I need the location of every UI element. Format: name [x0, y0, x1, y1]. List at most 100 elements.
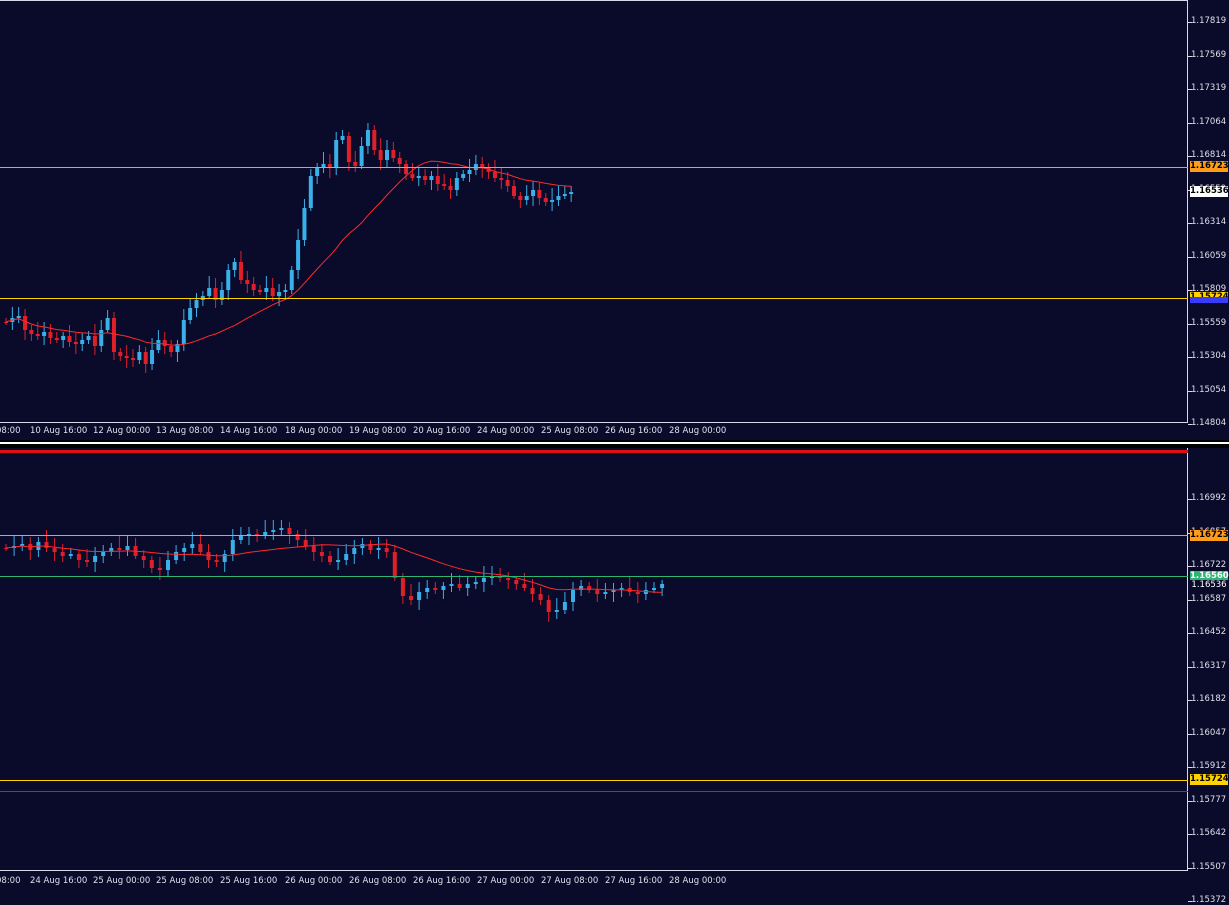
candle-body — [131, 358, 135, 360]
time-label: 18 Aug 00:00 — [285, 426, 343, 436]
price-tag-blue-marker — [1190, 297, 1228, 303]
horizontal-line-green[interactable] — [0, 576, 1188, 577]
horizontal-line-orange[interactable] — [0, 167, 1188, 168]
price-label: 1.17064 — [1191, 116, 1227, 127]
candle-body — [372, 130, 377, 150]
candle-body — [156, 340, 161, 350]
candle-body — [546, 600, 551, 612]
candle-body — [289, 270, 294, 290]
candle-body — [23, 316, 28, 330]
candle-body — [232, 262, 237, 270]
candle-body — [101, 552, 106, 556]
candle-body — [416, 176, 421, 178]
time-label: 26 Aug 08:00 — [349, 876, 407, 886]
candle-body — [73, 342, 78, 344]
price-tag-current: 1.16536 — [1190, 186, 1229, 197]
candle-body — [311, 546, 316, 552]
time-label: 19 Aug 08:00 — [349, 426, 407, 436]
price-label: 1.16814 — [1191, 150, 1227, 160]
time-label: 24 Aug 00:00 — [477, 426, 535, 436]
candle-body — [457, 584, 462, 588]
candle-body — [105, 318, 110, 330]
candle-body — [543, 198, 548, 202]
candle-body — [409, 596, 413, 600]
price-tag-orange: 1.16723 — [1190, 161, 1229, 172]
price-label: 1.16587 — [1191, 593, 1227, 604]
candle-body — [417, 592, 422, 600]
candle-body — [336, 560, 341, 562]
moving-average-line — [5, 543, 663, 593]
price-label: 1.16722 — [1191, 560, 1227, 570]
pane-separator[interactable] — [0, 440, 1229, 448]
time-label: 08:00 — [0, 876, 21, 886]
time-label: 27 Aug 16:00 — [605, 876, 663, 886]
candle-body — [42, 332, 47, 336]
candle-body — [54, 338, 59, 340]
candle-body — [538, 594, 543, 600]
candle-body — [169, 346, 174, 352]
horizontal-line-orange[interactable] — [0, 535, 1188, 536]
candle-body — [124, 356, 129, 358]
chart-pane-top[interactable]: 1.17819 1.17569 1.17319 1.17064 1.16814 1.165… — [0, 0, 1229, 440]
candle-body — [537, 190, 542, 198]
horizontal-line-red[interactable] — [0, 450, 1188, 453]
candle-body — [392, 552, 397, 578]
time-label: 12 Aug 00:00 — [93, 426, 151, 436]
candle-body — [492, 172, 497, 178]
candlestick-chart-bottom[interactable] — [0, 448, 1187, 870]
candle-body — [518, 196, 523, 200]
horizontal-line-yellow[interactable] — [0, 298, 1188, 299]
chart-pane-bottom[interactable]: 1.169921.168571.167221.165871.164521.163… — [0, 448, 1229, 905]
candle-body — [92, 336, 97, 346]
candle-body — [522, 584, 527, 588]
candle-body — [635, 592, 640, 594]
time-label: 10 Aug 16:00 — [30, 426, 88, 436]
candle-body — [569, 192, 574, 194]
time-label: 24 Aug 16:00 — [30, 876, 88, 886]
candle-body — [512, 186, 516, 196]
candle-body — [302, 208, 307, 240]
candlestick-chart-top[interactable] — [0, 0, 1187, 421]
candle-body — [258, 290, 262, 292]
candle-body — [287, 528, 292, 534]
candle-body — [554, 610, 559, 612]
candle-body — [410, 174, 415, 178]
time-label: 25 Aug 00:00 — [93, 876, 151, 886]
candle-body — [166, 560, 170, 570]
price-label: 1.16992 — [1191, 493, 1227, 503]
candle-body — [514, 580, 519, 584]
horizontal-line-blue[interactable] — [0, 791, 1188, 792]
candle-body — [61, 336, 66, 340]
candle-body — [68, 554, 73, 556]
candle-body — [279, 528, 284, 530]
price-label: 1.15912 — [1191, 761, 1227, 771]
candle-body — [433, 588, 438, 590]
candle-body — [319, 552, 324, 556]
candle-body — [473, 582, 478, 584]
candle-body — [16, 316, 21, 318]
candle-body — [328, 556, 332, 562]
price-label: 1.15507 — [1191, 861, 1227, 872]
candle-body — [562, 194, 567, 196]
candle-body — [270, 288, 275, 296]
time-label: 13 Aug 08:00 — [156, 426, 214, 436]
price-label: 1.17569 — [1191, 49, 1227, 60]
candle-body — [238, 536, 243, 540]
candle-body — [86, 336, 91, 340]
candle-body — [194, 300, 199, 308]
candle-body — [352, 548, 357, 554]
candle-body — [137, 352, 142, 360]
time-label: 26 Aug 00:00 — [285, 876, 343, 886]
price-label: 1.15304 — [1191, 351, 1227, 361]
candle-body — [207, 288, 212, 296]
candle-body — [385, 150, 389, 160]
price-label: 1.16059 — [1191, 250, 1227, 261]
time-label: 25 Aug 08:00 — [156, 876, 214, 886]
candle-body — [143, 352, 148, 364]
horizontal-line-yellow[interactable] — [0, 780, 1188, 781]
candle-body — [48, 332, 53, 338]
candle-body — [80, 340, 85, 344]
candle-body — [353, 162, 358, 166]
price-label: 1.15559 — [1191, 317, 1227, 328]
candle-body — [556, 196, 561, 200]
